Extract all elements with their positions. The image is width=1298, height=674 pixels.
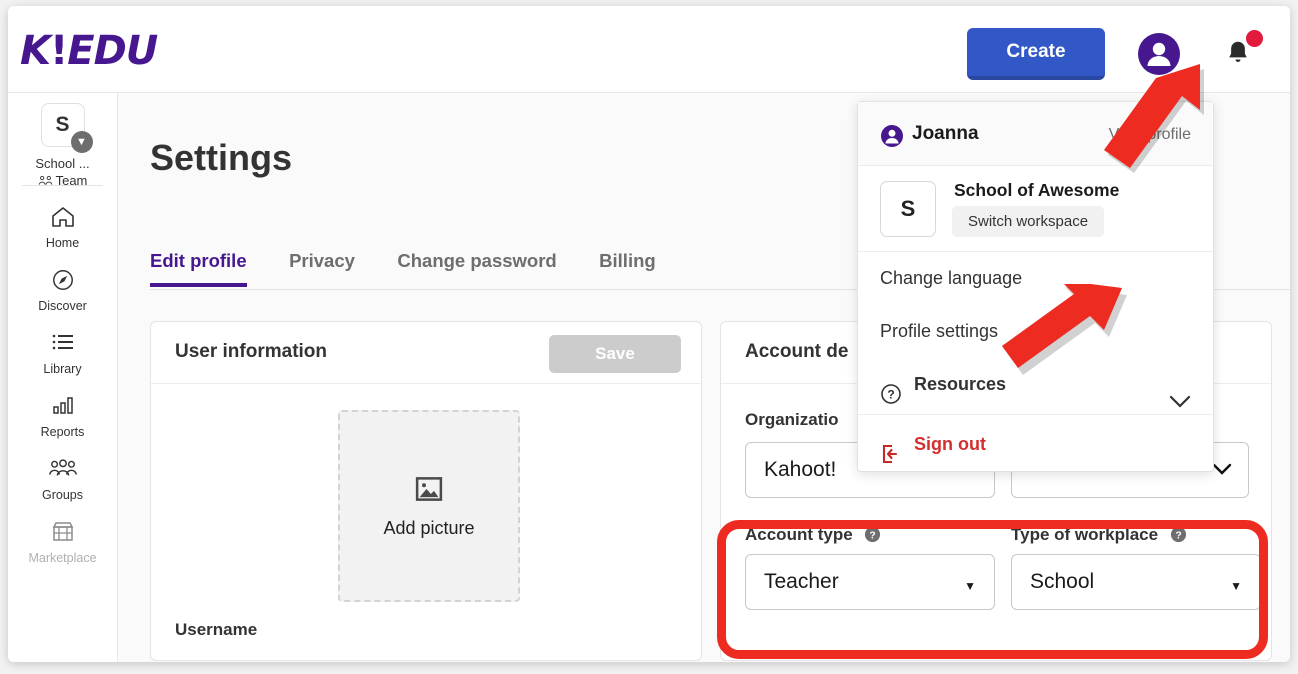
notification-badge-dot	[1246, 30, 1263, 47]
workplace-type-label: Type of workplace ?	[1011, 525, 1187, 548]
svg-text:?: ?	[887, 388, 894, 402]
switch-workspace-button[interactable]: Switch workspace	[952, 206, 1104, 237]
account-type-label-text: Account type	[745, 525, 853, 544]
sidebar-item-home[interactable]: Home	[8, 196, 117, 259]
sidebar-item-marketplace[interactable]: Marketplace	[8, 511, 117, 574]
user-information-card: User information Save Add picture Userna…	[150, 321, 702, 661]
sidebar-item-groups-label: Groups	[8, 488, 117, 502]
user-information-card-header: User information Save	[151, 322, 701, 384]
people-small-icon	[38, 174, 53, 187]
workspace-initial: S	[901, 196, 916, 221]
tab-change-password[interactable]: Change password	[397, 250, 556, 283]
tab-privacy[interactable]: Privacy	[289, 250, 355, 283]
logo-exclamation: !	[50, 28, 67, 74]
workspace-team-row: Team	[8, 173, 117, 188]
svg-text:?: ?	[870, 530, 876, 541]
chevron-down-icon	[1212, 463, 1232, 481]
workspace-initial-badge: S	[880, 181, 936, 237]
sidebar-item-groups[interactable]: Groups	[8, 448, 117, 511]
resources-menu-item-label: Resources	[914, 374, 1006, 394]
people-icon	[8, 457, 117, 483]
save-button[interactable]: Save	[549, 335, 681, 373]
user-avatar-icon	[880, 124, 904, 153]
profile-settings-menu-item[interactable]: Profile settings	[858, 305, 1213, 358]
account-menu-divider	[858, 414, 1213, 415]
sidebar: S ▼ School ... Team Home	[8, 93, 118, 662]
sign-out-menu-item[interactable]: Sign out	[858, 418, 1213, 471]
account-type-label: Account type ?	[745, 525, 881, 548]
kahoot-edu-logo[interactable]: K!EDU	[20, 28, 157, 74]
account-menu-header: Joanna View profile	[858, 102, 1213, 166]
workspace-initial-badge: S ▼	[41, 103, 85, 147]
compass-icon	[8, 268, 117, 294]
workspace-initial: S	[55, 113, 69, 136]
add-picture-dropzone[interactable]: Add picture	[338, 410, 520, 602]
account-details-title: Account de	[745, 341, 848, 363]
logo-k: K	[20, 28, 50, 74]
add-picture-label: Add picture	[340, 518, 518, 539]
bar-chart-icon	[8, 394, 117, 420]
sidebar-workspace-switcher[interactable]: S ▼ School ... Team	[8, 93, 117, 181]
sidebar-item-discover[interactable]: Discover	[8, 259, 117, 322]
user-avatar-button[interactable]	[1138, 33, 1180, 75]
sidebar-item-reports[interactable]: Reports	[8, 385, 117, 448]
sidebar-item-marketplace-label: Marketplace	[8, 551, 117, 565]
sidebar-item-library-label: Library	[8, 362, 117, 376]
account-menu-workspace-row: S School of Awesome Switch workspace	[858, 166, 1213, 252]
workplace-type-label-text: Type of workplace	[1011, 525, 1158, 544]
page-title: Settings	[150, 137, 292, 179]
sign-out-icon	[880, 433, 902, 486]
organization-value: Kahoot!	[764, 458, 836, 482]
workspace-name: School ...	[8, 156, 117, 171]
workplace-type-select[interactable]: School ▼	[1011, 554, 1261, 610]
app-window: K!EDU Create S ▼ School ...	[8, 6, 1290, 662]
resources-menu-item[interactable]: ? Resources	[858, 358, 1213, 411]
list-icon	[8, 331, 117, 357]
sidebar-item-reports-label: Reports	[8, 425, 117, 439]
workplace-type-value: School	[1030, 570, 1094, 594]
image-placeholder-icon	[414, 474, 444, 504]
user-avatar-icon	[1138, 33, 1180, 75]
sign-out-label: Sign out	[914, 434, 986, 454]
sidebar-item-home-label: Home	[8, 236, 117, 250]
view-profile-link[interactable]: View profile	[1109, 126, 1191, 144]
sidebar-item-discover-label: Discover	[8, 299, 117, 313]
home-icon	[8, 205, 117, 231]
user-information-title: User information	[175, 341, 327, 363]
top-bar: K!EDU Create	[8, 6, 1290, 93]
workspace-team-label: Team	[56, 173, 88, 188]
account-dropdown-menu: Joanna View profile S School of Awesome …	[857, 101, 1214, 472]
caret-down-icon: ▼	[1230, 579, 1242, 593]
storefront-icon	[8, 520, 117, 546]
account-menu-user-name: Joanna	[912, 123, 979, 145]
account-type-select[interactable]: Teacher ▼	[745, 554, 995, 610]
workspace-name: School of Awesome	[954, 180, 1119, 201]
tab-edit-profile[interactable]: Edit profile	[150, 250, 247, 287]
change-language-menu-item[interactable]: Change language	[858, 252, 1213, 305]
sidebar-item-library[interactable]: Library	[8, 322, 117, 385]
chevron-down-icon[interactable]: ▼	[71, 131, 93, 153]
svg-text:?: ?	[1175, 530, 1181, 541]
caret-down-icon: ▼	[964, 579, 976, 593]
tab-billing[interactable]: Billing	[599, 250, 656, 283]
username-label: Username	[175, 620, 257, 640]
help-question-icon[interactable]: ?	[864, 526, 881, 548]
create-button[interactable]: Create	[967, 28, 1105, 80]
logo-edu: EDU	[67, 28, 157, 74]
help-question-icon[interactable]: ?	[1170, 526, 1187, 548]
organization-label: Organizatio	[745, 410, 839, 430]
account-type-value: Teacher	[764, 570, 839, 594]
